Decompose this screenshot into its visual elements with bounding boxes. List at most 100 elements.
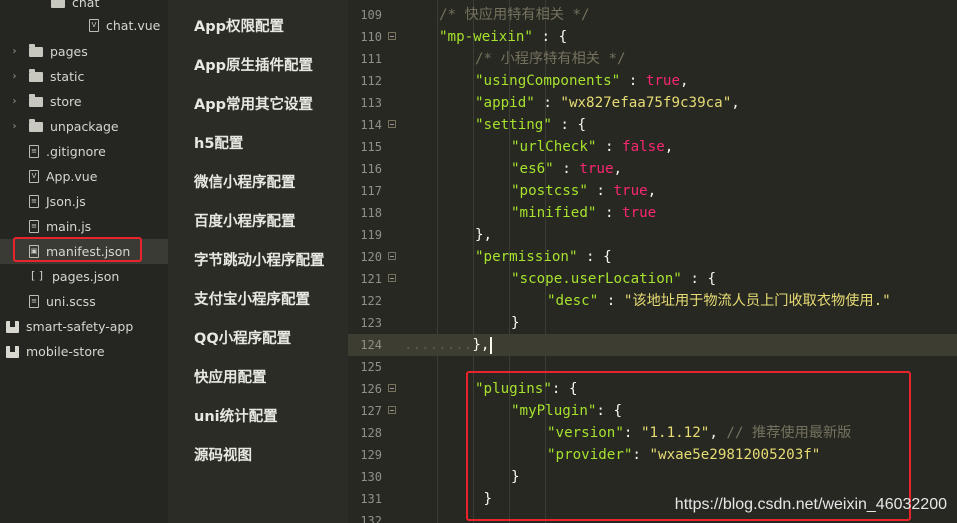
code-text: "mp-weixin" : {: [439, 26, 567, 48]
chevron-right-icon[interactable]: ›: [10, 71, 19, 82]
line-number: 109: [360, 8, 382, 22]
folder-icon: [51, 0, 65, 8]
code-token: true: [622, 205, 657, 221]
line-number: 120: [360, 250, 382, 264]
tree-item--gitignore[interactable]: ≡ .gitignore: [0, 139, 168, 164]
fold-toggle-icon[interactable]: [388, 252, 396, 260]
code-token: : {: [577, 249, 612, 265]
tree-item-static[interactable]: › static: [0, 64, 168, 89]
folder-icon: [29, 43, 43, 57]
code-line[interactable]: 124........},: [348, 334, 957, 356]
tree-item-pages-json[interactable]: [ ] pages.json: [0, 264, 168, 289]
fold-toggle-icon[interactable]: [388, 406, 396, 414]
tree-item-label: store: [50, 94, 82, 109]
tree-item-label: pages: [50, 44, 88, 59]
tree-item-uni-scss[interactable]: ≡ uni.scss: [0, 289, 168, 314]
code-text: "appid" : "wx827efaa75f9c39ca",: [475, 92, 740, 114]
code-token: "scope.userLocation": [511, 271, 682, 287]
code-token: ........: [404, 337, 473, 353]
tree-item-label: static: [50, 69, 85, 84]
code-token: :: [598, 293, 624, 309]
settings-nav-item[interactable]: 字节跳动小程序配置: [194, 249, 325, 270]
project-icon: [6, 345, 19, 358]
tree-item-smart-safety-app[interactable]: smart-safety-app: [0, 314, 168, 339]
settings-nav-item[interactable]: 微信小程序配置: [194, 171, 296, 192]
settings-nav-item[interactable]: App原生插件配置: [194, 54, 313, 75]
fold-toggle-icon[interactable]: [388, 384, 396, 392]
settings-nav-item[interactable]: 支付宝小程序配置: [194, 288, 310, 309]
line-number: 122: [360, 294, 382, 308]
js-file-icon: ≡: [29, 220, 39, 233]
tree-item-label: chat.vue: [106, 18, 161, 33]
js-file-icon: ≡: [29, 195, 39, 208]
fold-toggle-icon[interactable]: [388, 120, 396, 128]
settings-nav-item[interactable]: h5配置: [194, 132, 243, 153]
tree-item-label: uni.scss: [46, 294, 96, 309]
code-line[interactable]: 116 "es6" : true,: [348, 158, 957, 180]
tree-item-mobile-store[interactable]: mobile-store: [0, 339, 168, 364]
code-token: "usingComponents": [475, 73, 621, 89]
settings-nav-item[interactable]: 快应用配置: [194, 366, 267, 387]
tree-item-app-vue[interactable]: V App.vue: [0, 164, 168, 189]
tree-item-label: main.js: [46, 219, 92, 234]
code-line[interactable]: 115 "urlCheck" : false,: [348, 136, 957, 158]
line-number: 116: [360, 162, 382, 176]
code-token: :: [596, 139, 623, 155]
settings-nav-item[interactable]: 百度小程序配置: [194, 210, 296, 231]
code-line[interactable]: 121 "scope.userLocation" : {: [348, 268, 957, 290]
code-line[interactable]: 109 /* 快应用特有相关 */: [348, 4, 957, 26]
code-line[interactable]: 112 "usingComponents" : true,: [348, 70, 957, 92]
tree-item-store[interactable]: › store: [0, 89, 168, 114]
watermark: https://blog.csdn.net/weixin_46032200: [674, 496, 947, 513]
settings-nav-item[interactable]: App权限配置: [194, 15, 284, 36]
json-file-icon: [ ]: [30, 269, 44, 282]
code-token: :: [553, 161, 580, 177]
tree-item-label: App.vue: [46, 169, 98, 184]
settings-nav-item[interactable]: App常用其它设置: [194, 93, 313, 114]
code-line[interactable]: 120 "permission" : {: [348, 246, 957, 268]
settings-nav-item[interactable]: 源码视图: [194, 444, 252, 465]
code-token: "setting": [475, 117, 552, 133]
tree-item-main-js[interactable]: ≡ main.js: [0, 214, 168, 239]
line-number: 124: [360, 338, 382, 352]
chevron-right-icon[interactable]: ›: [10, 121, 19, 132]
tree-item-pages[interactable]: › pages: [0, 39, 168, 64]
line-number: 111: [360, 52, 382, 66]
chevron-right-icon[interactable]: ›: [10, 46, 19, 57]
tree-item-unpackage[interactable]: › unpackage: [0, 114, 168, 139]
fold-toggle-icon[interactable]: [388, 32, 396, 40]
settings-nav-item[interactable]: QQ小程序配置: [194, 327, 291, 348]
code-line[interactable]: 117 "postcss" : true,: [348, 180, 957, 202]
code-line[interactable]: 123}: [348, 312, 957, 334]
line-number: 125: [360, 360, 382, 374]
chevron-down-icon[interactable]: ˅: [32, 0, 41, 8]
code-token: "mp-weixin": [439, 29, 533, 45]
code-line[interactable]: 113 "appid" : "wx827efaa75f9c39ca",: [348, 92, 957, 114]
code-line[interactable]: 110 "mp-weixin" : {: [348, 26, 957, 48]
tree-item-json-js[interactable]: ≡ Json.js: [0, 189, 168, 214]
code-line[interactable]: 111 /* 小程序特有相关 */: [348, 48, 957, 70]
vue-file-icon: V: [89, 19, 99, 32]
tree-item-chat-vue[interactable]: Vchat.vue: [0, 13, 168, 38]
code-text: /* 快应用特有相关 */: [439, 4, 590, 26]
code-token: : {: [532, 29, 568, 45]
line-number: 127: [360, 404, 382, 418]
code-line[interactable]: 114 "setting" : {: [348, 114, 957, 136]
code-line[interactable]: 118 "minified" : true: [348, 202, 957, 224]
settings-nav-item[interactable]: uni统计配置: [194, 405, 278, 426]
code-token: "desc": [547, 293, 599, 309]
code-text: "scope.userLocation" : {: [511, 268, 716, 290]
code-line[interactable]: 122 "desc" : "该地址用于物流人员上门收取衣物使用.": [348, 290, 957, 312]
fold-toggle-icon[interactable]: [388, 274, 396, 282]
code-text: "es6" : true,: [511, 158, 622, 180]
line-number: 131: [360, 492, 382, 506]
chevron-right-icon[interactable]: ›: [10, 96, 19, 107]
line-number: 110: [360, 30, 382, 44]
code-token: : {: [681, 271, 717, 287]
code-line[interactable]: 119},: [348, 224, 957, 246]
code-text: ........},: [404, 334, 493, 356]
line-number: 132: [360, 514, 382, 523]
line-number: 119: [360, 228, 382, 242]
tree-item-label: mobile-store: [26, 344, 105, 359]
code-token: ,: [613, 161, 623, 177]
